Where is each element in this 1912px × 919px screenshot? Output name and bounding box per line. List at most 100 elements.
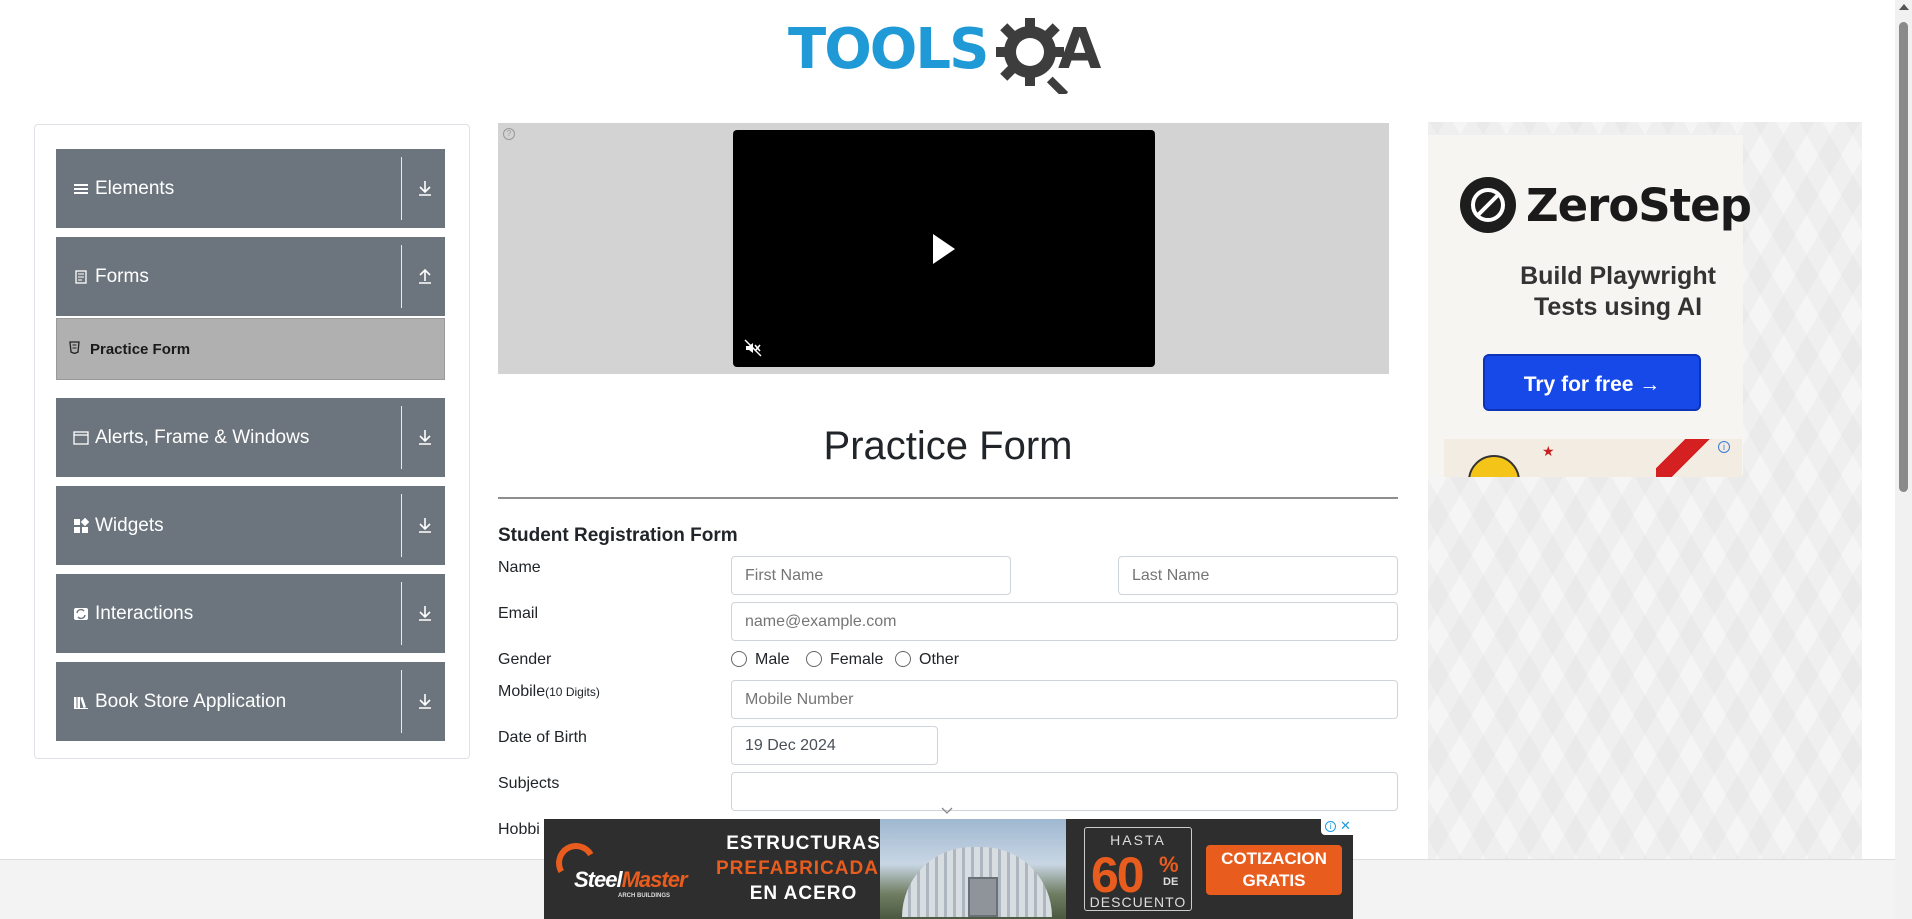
headline-line-3: EN ACERO [749, 883, 858, 904]
steelmaster-banner-ad[interactable]: SteelMaster ARCH BUILDINGS ESTRUCTURAS P… [544, 819, 1353, 919]
radio-circle[interactable] [895, 651, 911, 667]
radio-label: Male [755, 651, 790, 668]
cta-line-2: GRATIS [1242, 871, 1306, 890]
steelmaster-logo: SteelMaster ARCH BUILDINGS [551, 838, 706, 899]
info-icon[interactable]: ? [503, 128, 515, 140]
sidebar-group-elements[interactable]: Elements [56, 149, 445, 228]
sidebar-group-label: Forms [95, 266, 149, 287]
left-sidebar: Elements Forms Practice Form Alerts, Fra… [34, 124, 470, 759]
try-for-free-button[interactable]: Try for free → [1483, 354, 1701, 411]
page-scrollbar[interactable] [1895, 0, 1912, 919]
download-arrow-icon[interactable] [414, 690, 436, 712]
steelmaster-name: SteelMaster [574, 867, 688, 893]
scrollbar-thumb[interactable] [1899, 22, 1908, 492]
banner-headline: ESTRUCTURAS PREFABRICADAS EN ACERO [716, 831, 893, 906]
mobile-input[interactable] [731, 680, 1398, 719]
chevron-down-icon [941, 807, 953, 814]
subjects-label: Subjects [498, 775, 560, 792]
hamburger-icon [73, 181, 89, 197]
adchoices-info-icon[interactable]: i [1325, 821, 1336, 832]
cotizacion-gratis-button[interactable]: COTIZACION GRATIS [1206, 845, 1342, 895]
hut-door [968, 877, 998, 917]
cta-line-1: COTIZACION [1221, 849, 1327, 868]
divider [401, 245, 402, 308]
header: TOOLS A [0, 0, 1895, 100]
sidebar-item-label: Practice Form [90, 341, 191, 358]
sidebar-group-label: Interactions [95, 603, 194, 624]
divider [401, 582, 402, 645]
sidebar-group-label: Widgets [95, 515, 164, 536]
zerostep-brand: ZeroStep [1526, 179, 1752, 232]
headline-line-1: ESTRUCTURAS [726, 833, 881, 854]
download-arrow-icon[interactable] [414, 426, 436, 448]
close-ad-icon[interactable]: ✕ [1340, 819, 1351, 834]
radio-circle[interactable] [731, 651, 747, 667]
subjects-input[interactable] [731, 772, 1398, 811]
title-divider [498, 497, 1398, 499]
last-name-input[interactable] [1118, 556, 1398, 595]
divider [401, 670, 402, 733]
zerostep-tagline: Build Playwright Tests using AI [1468, 261, 1768, 323]
discount-descuento: DESCUENTO [1089, 894, 1187, 910]
logo-text-a: A [1058, 17, 1101, 82]
video-player[interactable] [733, 130, 1155, 367]
gender-radio-female[interactable]: Female [806, 651, 883, 669]
gender-label: Gender [498, 651, 552, 668]
books-icon [73, 694, 89, 710]
sidebar-group-interactions[interactable]: Interactions [56, 574, 445, 653]
quonset-building-image [880, 819, 1066, 919]
discount-de: DE [1163, 876, 1179, 888]
download-arrow-icon[interactable] [414, 602, 436, 624]
headline-line-2: PREFABRICADAS [716, 858, 893, 879]
download-arrow-icon[interactable] [414, 514, 436, 536]
smiley-icon [1468, 455, 1520, 477]
ad-controls: i ✕ [1321, 819, 1353, 835]
brand-part-2: Master [621, 867, 688, 892]
sidebar-group-widgets[interactable]: Widgets [56, 486, 445, 565]
radio-label: Female [830, 651, 884, 668]
star-icon: ★ [1542, 443, 1555, 459]
interactions-icon [73, 606, 89, 622]
gender-radio-male[interactable]: Male [731, 651, 790, 669]
ad-image-strip: ★ [1444, 439, 1742, 477]
name-label: Name [498, 559, 541, 576]
window-icon [73, 430, 89, 446]
sidebar-group-label: Alerts, Frame & Windows [95, 427, 310, 448]
video-ad: ? [498, 123, 1389, 374]
adchoices-info-icon[interactable]: i [1718, 441, 1730, 453]
scroll-up-arrow-icon[interactable] [1899, 4, 1909, 10]
mute-icon[interactable] [744, 339, 762, 357]
page-title: Practice Form [823, 424, 1073, 468]
zerostep-logo-icon [1460, 177, 1516, 233]
discount-badge: HASTA 60 % DE DESCUENTO [1084, 827, 1192, 911]
divider [401, 406, 402, 469]
html-file-icon [69, 341, 80, 357]
date-of-birth-input[interactable] [731, 726, 938, 765]
divider [401, 494, 402, 557]
sidebar-group-book-store[interactable]: Book Store Application [56, 662, 445, 741]
tagline-line-1: Build Playwright [1520, 262, 1716, 290]
radio-label: Other [919, 651, 960, 668]
radio-circle[interactable] [806, 651, 822, 667]
hobbies-label: Hobbi [498, 821, 540, 838]
document-icon [73, 269, 89, 285]
brand-sub: ARCH BUILDINGS [618, 893, 670, 899]
discount-percent-sign: % [1159, 852, 1179, 877]
gender-radio-other[interactable]: Other [895, 651, 959, 669]
sidebar-group-forms[interactable]: Forms [56, 237, 445, 316]
play-icon[interactable] [933, 234, 955, 264]
mobile-label: Mobile(10 Digits) [498, 683, 600, 701]
toolsqa-logo[interactable]: TOOLS A [788, 14, 1112, 94]
sidebar-item-practice-form[interactable]: Practice Form [56, 318, 445, 380]
download-arrow-icon[interactable] [414, 177, 436, 199]
upload-arrow-icon[interactable] [414, 265, 436, 287]
divider [401, 157, 402, 220]
zerostep-ad[interactable]: ZeroStep Build Playwright Tests using AI… [1428, 135, 1752, 477]
form-section-title: Student Registration Form [498, 525, 738, 546]
sidebar-group-alerts-frame-windows[interactable]: Alerts, Frame & Windows [56, 398, 445, 477]
first-name-input[interactable] [731, 556, 1011, 595]
mobile-hint: (10 Digits) [545, 685, 600, 699]
email-input[interactable] [731, 602, 1398, 641]
sidebar-group-label: Elements [95, 178, 175, 199]
logo-text-tools: TOOLS [788, 17, 989, 82]
